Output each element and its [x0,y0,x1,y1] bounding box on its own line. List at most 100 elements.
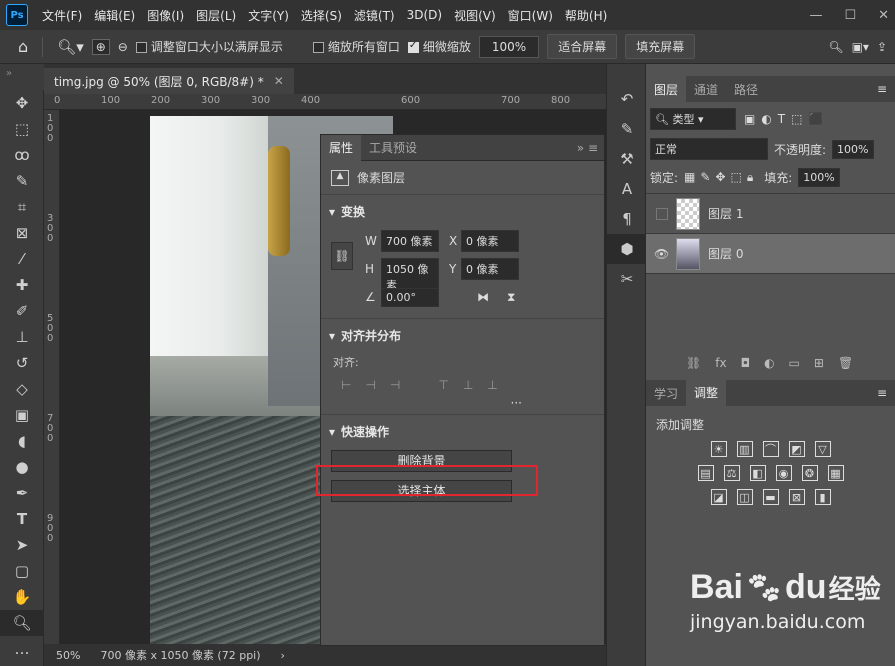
threshold-icon[interactable]: ▬ [762,489,779,505]
mask-icon[interactable]: ◘ [741,356,751,370]
document-tab[interactable]: timg.jpg @ 50% (图层 0, RGB/8#) * ✕ [44,68,294,94]
vibrance-icon[interactable]: ▽ [814,441,831,457]
menu-edit[interactable]: 编辑(E) [88,7,141,24]
close-icon[interactable]: ✕ [878,8,889,23]
close-tab-icon[interactable]: ✕ [274,74,284,88]
delete-layer-icon[interactable]: 🗑︎ [838,356,853,370]
width-field[interactable]: 700 像素 [381,230,439,252]
brush-tool-icon[interactable]: ✐ [0,298,44,324]
flip-vertical-icon[interactable]: ⧗ [507,290,515,305]
layer-row[interactable]: 图层 1 [646,194,895,234]
x-field[interactable]: 0 像素 [461,230,519,252]
align-left-icon[interactable]: ⊢ [341,378,351,392]
share-icon[interactable]: ⇪ [877,40,887,54]
tab-tool-presets[interactable]: 工具预设 [361,135,425,161]
flip-horizontal-icon[interactable]: ⧓ [477,290,489,304]
pen-tool-icon[interactable]: ✒ [0,480,44,506]
healing-brush-icon[interactable]: ✚ [0,272,44,298]
bw-icon[interactable]: ◧ [749,465,766,481]
panel-menu-icon[interactable]: » ≡ [577,141,604,155]
visibility-toggle[interactable] [656,207,668,220]
status-zoom[interactable]: 50% [56,649,80,662]
quick-select-tool-icon[interactable]: ✎ [0,168,44,194]
menu-filter[interactable]: 滤镜(T) [348,7,401,24]
layer-filter-dropdown[interactable]: 🔍︎ 类型 ▾ [650,108,736,130]
rectangle-tool-icon[interactable]: ▢ [0,558,44,584]
history-icon[interactable]: ↶ [607,84,647,114]
zoom-tool-icon[interactable]: 🔍︎ [0,610,44,636]
3d-icon[interactable]: ⬢ [607,234,647,264]
exposure-icon[interactable]: ◩ [788,441,805,457]
brush-settings-icon[interactable]: ✎ [607,114,647,144]
align-center-h-icon[interactable]: ⊣ [365,378,375,392]
character-icon[interactable]: A [607,174,647,204]
more-options-icon[interactable]: ··· [329,396,596,410]
zoom-percent-field[interactable]: 100% [478,35,540,58]
menu-window[interactable]: 窗口(W) [502,7,559,24]
marquee-tool-icon[interactable]: ⬚ [0,116,44,142]
tab-properties[interactable]: 属性 [321,134,362,161]
lock-icons[interactable]: ▦✎✥⬚🔒︎ [684,170,758,185]
type-tool-icon[interactable]: T [0,506,44,532]
align-bottom-icon[interactable]: ⊥ [487,378,497,392]
fill-field[interactable]: 100% [798,168,840,187]
maximize-icon[interactable]: ☐ [844,8,856,23]
gradient-map-icon[interactable]: ▮ [814,489,831,505]
brightness-icon[interactable]: ☀ [710,441,727,457]
zoom-out-icon[interactable]: ⊖ [118,40,128,54]
transform-section-header[interactable]: ▾ 变换 [329,203,596,220]
eye-icon[interactable]: 👁︎ [654,247,669,261]
selective-color-icon[interactable]: ⊠ [788,489,805,505]
tab-channels[interactable]: 通道 [686,76,726,102]
tab-paths[interactable]: 路径 [726,76,766,102]
eraser-tool-icon[interactable]: ◇ [0,376,44,402]
menu-file[interactable]: 文件(F) [36,7,88,24]
tab-learn[interactable]: 学习 [646,385,686,402]
blend-mode-dropdown[interactable]: 正常 [650,138,768,160]
toolbox-collapse-icon[interactable]: » [0,64,44,90]
menu-select[interactable]: 选择(S) [295,7,348,24]
history-brush-icon[interactable]: ↺ [0,350,44,376]
new-layer-icon[interactable]: ⊞ [814,356,824,370]
path-select-icon[interactable]: ➤ [0,532,44,558]
filter-icons[interactable]: ▣◐T⬚⬛ [744,112,829,126]
tab-layers[interactable]: 图层 [646,76,687,102]
tab-adjustments[interactable]: 调整 [686,380,727,406]
menu-3d[interactable]: 3D(D) [401,8,448,22]
menu-layer[interactable]: 图层(L) [190,7,242,24]
fx-icon[interactable]: fx [715,356,726,370]
tool-presets-icon[interactable]: ⚒ [607,144,647,174]
clone-stamp-icon[interactable]: ⊥ [0,324,44,350]
color-lookup-icon[interactable]: ▦ [827,465,844,481]
blur-tool-icon[interactable]: ◖ [0,428,44,454]
workspace-icon[interactable]: ▣▾ [852,40,869,54]
resize-windows-checkbox[interactable]: 调整窗口大小以满屏显示 [135,38,283,55]
crop-tool-icon[interactable]: ⌗ [0,194,44,220]
zoom-in-icon[interactable]: ⊕ [91,38,110,55]
layer-name[interactable]: 图层 1 [708,205,743,222]
link-dimensions-button[interactable]: ⛓ [331,242,353,270]
more-tools-icon[interactable]: … [0,636,44,662]
opacity-field[interactable]: 100% [832,139,874,159]
status-arrow-icon[interactable]: › [281,649,285,662]
hue-sat-icon[interactable]: ▤ [697,465,714,481]
adjustments-menu-icon[interactable]: ≡ [877,386,895,400]
hand-tool-icon[interactable]: ✋ [0,584,44,610]
frame-tool-icon[interactable]: ⊠ [0,220,44,246]
adjustment-layer-icon[interactable]: ◐ [764,356,774,370]
properties-icon[interactable]: ✂ [607,264,647,294]
link-layers-icon[interactable]: ⛓ [686,356,701,370]
gradient-tool-icon[interactable]: ▣ [0,402,44,428]
menu-image[interactable]: 图像(I) [141,7,190,24]
paragraph-icon[interactable]: ¶ [607,204,647,234]
align-right-icon[interactable]: ⊣ [390,378,400,392]
menu-help[interactable]: 帮助(H) [559,7,613,24]
minimize-icon[interactable]: — [809,8,822,23]
layers-menu-icon[interactable]: ≡ [877,82,895,96]
invert-icon[interactable]: ◪ [710,489,727,505]
fit-screen-button[interactable]: 适合屏幕 [547,34,618,59]
fill-screen-button[interactable]: 填充屏幕 [625,34,696,59]
channel-mixer-icon[interactable]: ❂ [801,465,818,481]
menu-type[interactable]: 文字(Y) [242,7,295,24]
posterize-icon[interactable]: ◫ [736,489,753,505]
